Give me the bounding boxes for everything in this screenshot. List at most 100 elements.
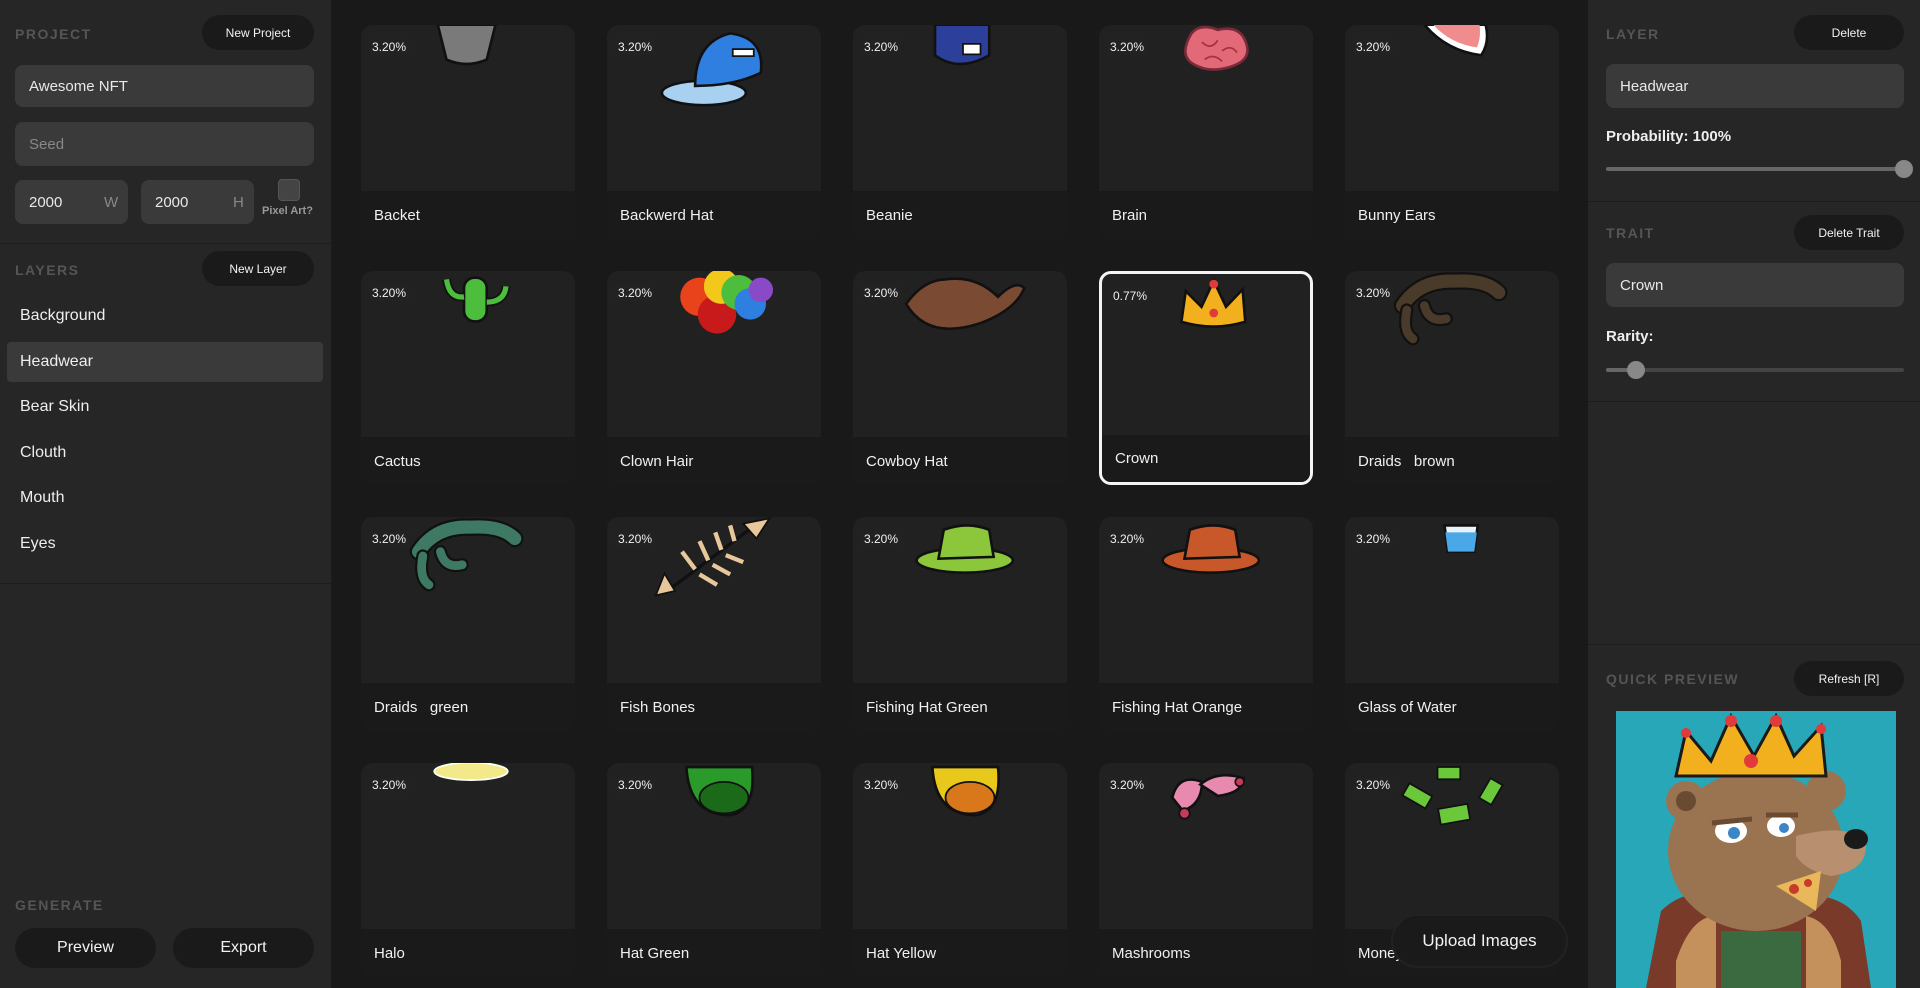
money-icon bbox=[1401, 766, 1504, 826]
trait-percentage: 3.20% bbox=[369, 531, 410, 547]
layer-item[interactable]: Eyes bbox=[7, 524, 323, 564]
new-layer-button[interactable]: New Layer bbox=[202, 251, 314, 286]
probability-slider-knob[interactable] bbox=[1895, 160, 1913, 178]
project-heading: PROJECT bbox=[15, 26, 92, 42]
fishing-hat-green-icon bbox=[915, 524, 1015, 574]
trait-percentage: 3.20% bbox=[1107, 777, 1148, 793]
upload-images-button[interactable]: Upload Images bbox=[1393, 916, 1566, 966]
bear-preview-icon bbox=[1616, 711, 1896, 988]
trait-label: Draids brown bbox=[1345, 437, 1559, 485]
rarity-slider-knob[interactable] bbox=[1626, 361, 1645, 379]
layer-item[interactable]: Clouth bbox=[7, 433, 323, 473]
probability-slider-fill bbox=[1606, 167, 1904, 171]
dreads-brown-icon bbox=[1393, 272, 1508, 346]
trait-card[interactable]: 3.20% Draids brown bbox=[1345, 271, 1559, 485]
trait-card[interactable]: 3.20% Hat Yellow bbox=[853, 763, 1067, 977]
trait-card[interactable]: 3.20% Cowboy Hat bbox=[853, 271, 1067, 485]
refresh-preview-button[interactable]: Refresh [R] bbox=[1794, 661, 1904, 696]
trait-card[interactable]: 3.20% Draids green bbox=[361, 517, 575, 731]
trait-card[interactable]: 3.20% Brain bbox=[1099, 25, 1313, 239]
seed-input[interactable] bbox=[15, 122, 314, 166]
trait-label: Cactus bbox=[361, 437, 575, 485]
trait-label: Hat Green bbox=[607, 929, 821, 977]
cowboy-hat-icon bbox=[904, 277, 1026, 331]
trait-card[interactable]: 3.20% Beanie bbox=[853, 25, 1067, 239]
trait-card[interactable]: 3.20% Backet bbox=[361, 25, 575, 239]
trait-card[interactable]: 3.20% Backwerd Hat bbox=[607, 25, 821, 239]
trait-percentage: 3.20% bbox=[615, 777, 656, 793]
layer-heading: LAYER bbox=[1606, 26, 1660, 42]
project-name-input[interactable] bbox=[15, 65, 314, 107]
trait-card[interactable]: 3.20% Cactus bbox=[361, 271, 575, 485]
export-button[interactable]: Export bbox=[173, 928, 314, 968]
bucket-hat-icon bbox=[436, 25, 497, 66]
trait-percentage: 3.20% bbox=[369, 39, 410, 55]
trait-percentage: 3.20% bbox=[615, 39, 656, 55]
trait-label: Crown bbox=[1102, 435, 1310, 482]
trait-percentage: 3.20% bbox=[1107, 531, 1148, 547]
fish-bones-icon bbox=[654, 517, 772, 597]
trait-card[interactable]: 3.20% Halo bbox=[361, 763, 575, 977]
trait-percentage: 3.20% bbox=[1353, 39, 1394, 55]
trait-label: Fish Bones bbox=[607, 683, 821, 731]
trait-percentage: 0.77% bbox=[1110, 288, 1151, 304]
divider bbox=[1588, 201, 1920, 202]
right-panel: LAYER Delete Probability: 100% TRAIT Del… bbox=[1588, 0, 1920, 988]
trait-label: Draids green bbox=[361, 683, 575, 731]
delete-layer-button[interactable]: Delete bbox=[1794, 15, 1904, 50]
probability-slider[interactable] bbox=[1606, 160, 1913, 178]
new-project-button[interactable]: New Project bbox=[202, 15, 314, 50]
left-sidebar: PROJECT New Project W H Pixel Art? LAYER… bbox=[0, 0, 332, 988]
app: PROJECT New Project W H Pixel Art? LAYER… bbox=[0, 0, 1920, 988]
trait-label: Fishing Hat Green bbox=[853, 683, 1067, 731]
trait-percentage: 3.20% bbox=[369, 285, 410, 301]
trait-card[interactable]: 3.20% Glass of Water bbox=[1345, 517, 1559, 731]
trait-grid: 3.20% Backet 3.20% Backwerd Hat 3.20% Beanie 3… bbox=[361, 25, 1561, 988]
delete-trait-button[interactable]: Delete Trait bbox=[1794, 215, 1904, 250]
trait-card[interactable]: 3.20% Fish Bones bbox=[607, 517, 821, 731]
trait-card[interactable]: 3.20% Hat Green bbox=[607, 763, 821, 977]
fishing-hat-orange-icon bbox=[1161, 524, 1261, 574]
backward-cap-icon bbox=[660, 32, 763, 107]
dreads-green-icon bbox=[409, 518, 524, 592]
quick-preview-heading: QUICK PREVIEW bbox=[1606, 671, 1740, 687]
trait-label: Cowboy Hat bbox=[853, 437, 1067, 485]
trait-label: Clown Hair bbox=[607, 437, 821, 485]
glass-of-water-icon bbox=[1443, 524, 1480, 553]
rarity-label: Rarity: bbox=[1606, 328, 1654, 345]
trait-label: Halo bbox=[361, 929, 575, 977]
trait-label: Backwerd Hat bbox=[607, 191, 821, 239]
trait-card[interactable]: 3.20% Clown Hair bbox=[607, 271, 821, 485]
cactus-icon bbox=[442, 276, 511, 323]
probability-label: Probability: 100% bbox=[1606, 128, 1732, 145]
generate-heading: GENERATE bbox=[15, 897, 104, 913]
crown-icon bbox=[1179, 277, 1247, 328]
layer-item[interactable]: Background bbox=[7, 296, 323, 336]
trait-card[interactable]: 3.20% Mashrooms bbox=[1099, 763, 1313, 977]
trait-percentage: 3.20% bbox=[615, 285, 656, 301]
trait-card[interactable]: 3.20% Bunny Ears bbox=[1345, 25, 1559, 239]
divider bbox=[0, 243, 332, 244]
trait-label: Glass of Water bbox=[1345, 683, 1559, 731]
width-unit: W bbox=[104, 194, 119, 211]
trait-percentage: 3.20% bbox=[369, 777, 410, 793]
layer-name-input[interactable] bbox=[1606, 64, 1904, 108]
pixel-art-checkbox[interactable] bbox=[278, 179, 300, 201]
trait-card[interactable]: 0.77% Crown bbox=[1099, 271, 1313, 485]
trait-percentage: 3.20% bbox=[861, 39, 902, 55]
trait-label: Brain bbox=[1099, 191, 1313, 239]
trait-percentage: 3.20% bbox=[1353, 285, 1394, 301]
rarity-slider[interactable] bbox=[1606, 361, 1904, 379]
trait-percentage: 3.20% bbox=[615, 531, 656, 547]
layer-item[interactable]: Bear Skin bbox=[7, 387, 323, 427]
layer-item[interactable]: Headwear bbox=[7, 341, 323, 382]
layer-item[interactable]: Mouth bbox=[7, 478, 323, 518]
preview-button[interactable]: Preview bbox=[15, 928, 156, 968]
halo-icon bbox=[433, 763, 509, 781]
trait-percentage: 3.20% bbox=[861, 531, 902, 547]
trait-name-input[interactable] bbox=[1606, 263, 1904, 307]
trait-card[interactable]: 3.20% Fishing Hat Green bbox=[853, 517, 1067, 731]
bunny-ears-icon bbox=[1422, 25, 1489, 57]
trait-card[interactable]: 3.20% Fishing Hat Orange bbox=[1099, 517, 1313, 731]
beanie-icon bbox=[933, 25, 991, 66]
